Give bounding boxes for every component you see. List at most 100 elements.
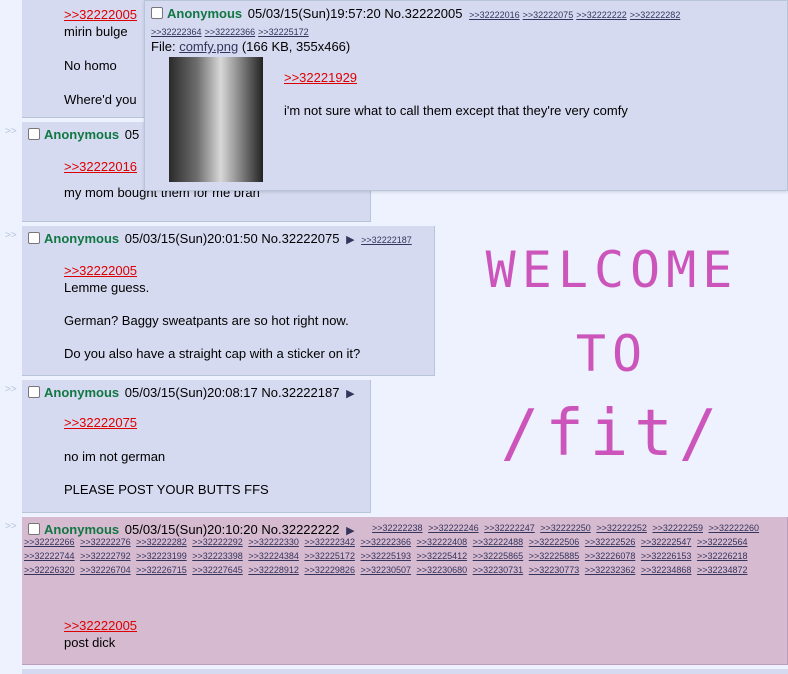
backlink[interactable]: >>32222547	[641, 537, 692, 547]
quote-link[interactable]: >>32222005	[64, 618, 137, 633]
backlink-list: >>32222238 >>32222246 >>32222247 >>32222…	[24, 521, 782, 577]
reply-arrow: >>	[5, 521, 17, 532]
backlink[interactable]: >>32230507	[360, 565, 411, 575]
backlink[interactable]: >>32222075	[523, 10, 574, 20]
post-text: no im not german	[64, 449, 166, 464]
post-checkbox[interactable]	[28, 232, 40, 244]
backlink[interactable]: >>32226078	[585, 551, 636, 561]
poster-name: Anonymous	[44, 385, 120, 400]
welcome-banner-line2: TO	[575, 325, 649, 383]
backlink[interactable]: >>32222276	[80, 537, 131, 547]
image-thumbnail[interactable]	[169, 57, 263, 182]
backlink[interactable]: >>32222366	[360, 537, 411, 547]
backlink[interactable]: >>32222282	[136, 537, 187, 547]
backlink[interactable]: >>32234872	[697, 565, 748, 575]
backlink[interactable]: >>32222408	[417, 537, 468, 547]
backlink[interactable]: >>32222238	[372, 523, 423, 533]
backlink[interactable]: >>32222792	[80, 551, 131, 561]
post-text: PLEASE POST YOUR BUTTS FFS	[64, 482, 269, 497]
backlink[interactable]: >>32226218	[697, 551, 748, 561]
backlink[interactable]: >>32222187	[361, 235, 412, 245]
post-datetime: 05/03/15(Sun)20:08:17	[124, 385, 258, 400]
file-label: File:	[151, 39, 176, 54]
backlink[interactable]: >>32227645	[192, 565, 243, 575]
post-text: German? Baggy sweatpants are so hot righ…	[64, 313, 349, 328]
quote-link[interactable]: >>32222016	[64, 159, 137, 174]
file-info: (166 KB, 355x466)	[241, 39, 351, 54]
backlink[interactable]: >>32226715	[136, 565, 187, 575]
quote-preview-popup: Anonymous 05/03/15(Sun)19:57:20 No.32222…	[144, 0, 788, 191]
backlink[interactable]: >>32225412	[417, 551, 468, 561]
backlink[interactable]: >>32223199	[136, 551, 187, 561]
backlink[interactable]: >>32225193	[360, 551, 411, 561]
quote-link[interactable]: >>32222005	[64, 263, 137, 278]
backlink[interactable]: >>32222342	[304, 537, 355, 547]
post-number[interactable]: No.32222075	[261, 231, 339, 246]
backlink[interactable]: >>32222526	[585, 537, 636, 547]
post-text: Lemme guess.	[64, 280, 150, 295]
reply-post-highlighted: Anonymous 05/03/15(Sun)20:10:20 No.32222…	[22, 517, 788, 665]
post-datetime: 05/03/15(Sun)19:57:20	[247, 6, 381, 21]
backlink[interactable]: >>32222292	[192, 537, 243, 547]
backlink[interactable]: >>32222247	[484, 523, 535, 533]
backlink[interactable]: >>32225865	[473, 551, 524, 561]
backlink[interactable]: >>32222366	[205, 27, 256, 37]
backlink[interactable]: >>32228912	[248, 565, 299, 575]
post-datetime: 05/03/15(Sun)20:01:50	[124, 231, 258, 246]
post-checkbox[interactable]	[28, 128, 40, 140]
backlink[interactable]: >>32230731	[473, 565, 524, 575]
backlink[interactable]: >>32222246	[428, 523, 479, 533]
poster-name: Anonymous	[44, 127, 120, 142]
backlink[interactable]: >>32222488	[473, 537, 524, 547]
poster-name: Anonymous	[167, 6, 243, 21]
post-text: i'm not sure what to call them except th…	[284, 103, 628, 118]
post-text: mirin bulge	[64, 24, 128, 39]
post-number[interactable]: No.32222187	[261, 385, 339, 400]
backlink[interactable]: >>32222364	[151, 27, 202, 37]
post-text: Where'd you	[64, 92, 137, 107]
backlink[interactable]: >>32222259	[652, 523, 703, 533]
backlink[interactable]: >>32224384	[248, 551, 299, 561]
backlink[interactable]: >>32234868	[641, 565, 692, 575]
reply-arrow: >>	[5, 126, 17, 137]
backlink[interactable]: >>32225172	[304, 551, 355, 561]
post-text: post dick	[64, 635, 116, 650]
backlink[interactable]: >>32225885	[529, 551, 580, 561]
backlink[interactable]: >>32222266	[24, 537, 75, 547]
backlink[interactable]: >>32222282	[630, 10, 681, 20]
backlink[interactable]: >>32230773	[529, 565, 580, 575]
reply-post-german: Anonymous 05/03/15(Sun)20:01:50 No.32222…	[22, 226, 435, 376]
post-menu-icon[interactable]: ▶	[346, 234, 354, 246]
backlink[interactable]: >>32222260	[708, 523, 759, 533]
poster-name: Anonymous	[44, 231, 120, 246]
reply-arrow: >>	[5, 384, 17, 395]
backlink[interactable]: >>32222506	[529, 537, 580, 547]
backlink[interactable]: >>32226320	[24, 565, 75, 575]
backlink[interactable]: >>32222016	[469, 10, 520, 20]
backlink[interactable]: >>32223398	[192, 551, 243, 561]
quote-link[interactable]: >>32222075	[64, 415, 137, 430]
post-checkbox[interactable]	[151, 7, 163, 19]
backlink[interactable]: >>32226704	[80, 565, 131, 575]
backlink[interactable]: >>32222252	[596, 523, 647, 533]
backlink[interactable]: >>32229826	[304, 565, 355, 575]
file-link[interactable]: comfy.png	[179, 39, 238, 54]
backlink[interactable]: >>32222330	[248, 537, 299, 547]
post-menu-icon[interactable]: ▶	[346, 388, 354, 400]
reply-post-butts: Anonymous 05/03/15(Sun)20:08:17 No.32222…	[22, 380, 371, 513]
backlink[interactable]: >>32230680	[417, 565, 468, 575]
backlink[interactable]: >>32222222	[576, 10, 627, 20]
backlink[interactable]: >>32222250	[540, 523, 591, 533]
backlink[interactable]: >>32226153	[641, 551, 692, 561]
backlink[interactable]: >>32232362	[585, 565, 636, 575]
post-number[interactable]: No.32222005	[384, 6, 462, 21]
backlink[interactable]: >>32222744	[24, 551, 75, 561]
quote-link[interactable]: >>32222005	[64, 7, 137, 22]
post-text: No homo	[64, 58, 117, 73]
backlink[interactable]: >>32222564	[697, 537, 748, 547]
backlink[interactable]: >>32225172	[258, 27, 309, 37]
post-checkbox[interactable]	[28, 386, 40, 398]
welcome-banner-line1: WELCOME	[485, 241, 739, 299]
reply-arrow: >>	[5, 230, 17, 241]
quote-link[interactable]: >>32221929	[284, 70, 357, 85]
